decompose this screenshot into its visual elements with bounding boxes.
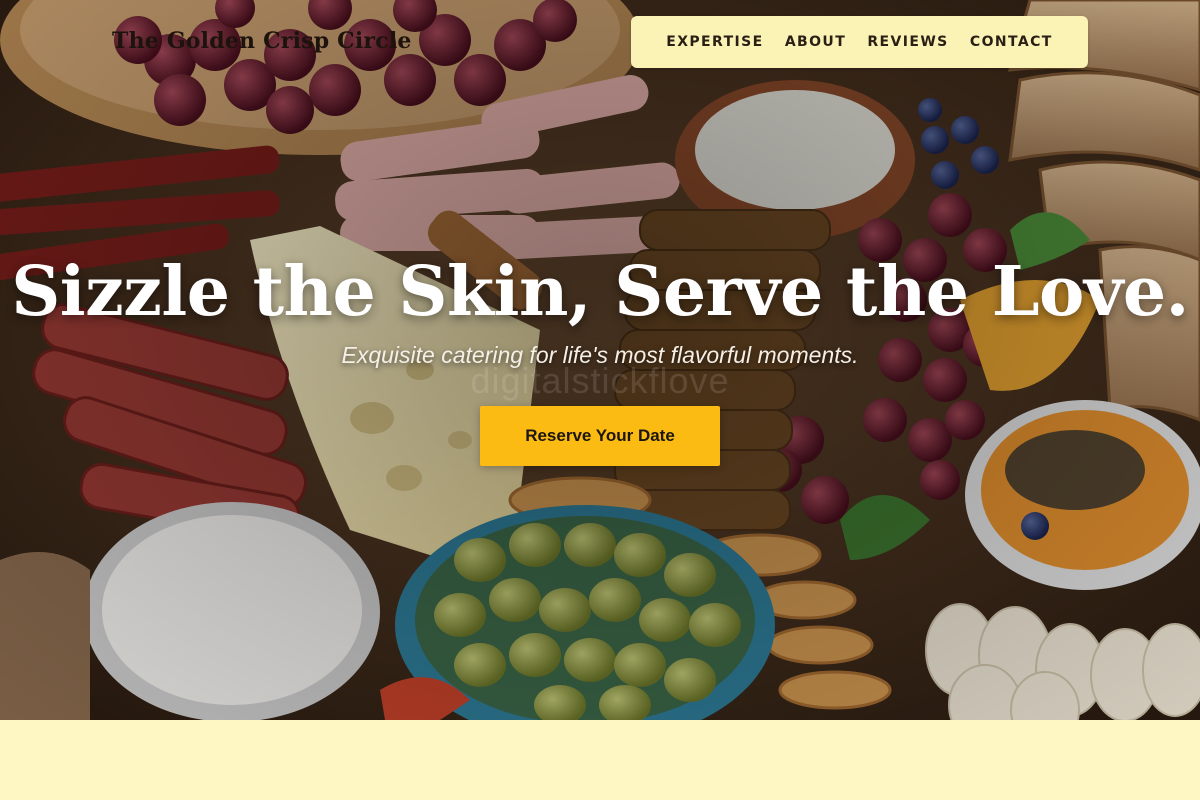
nav-item-about[interactable]: ABOUT: [785, 34, 846, 50]
lower-section: [0, 720, 1200, 800]
main-nav: EXPERTISE ABOUT REVIEWS CONTACT: [631, 16, 1088, 68]
nav-item-reviews[interactable]: REVIEWS: [867, 34, 948, 50]
nav-item-expertise[interactable]: EXPERTISE: [666, 34, 763, 50]
brand-name[interactable]: The Golden Crisp Circle: [112, 28, 412, 54]
hero-section: The Golden Crisp Circle EXPERTISE ABOUT …: [0, 0, 1200, 720]
reserve-date-button[interactable]: Reserve Your Date: [480, 406, 720, 466]
hero-headline: Sizzle the Skin, Serve the Love.: [11, 252, 1189, 332]
nav-item-contact[interactable]: CONTACT: [970, 34, 1053, 50]
hero-tagline: Exquisite catering for life's most flavo…: [341, 342, 859, 368]
